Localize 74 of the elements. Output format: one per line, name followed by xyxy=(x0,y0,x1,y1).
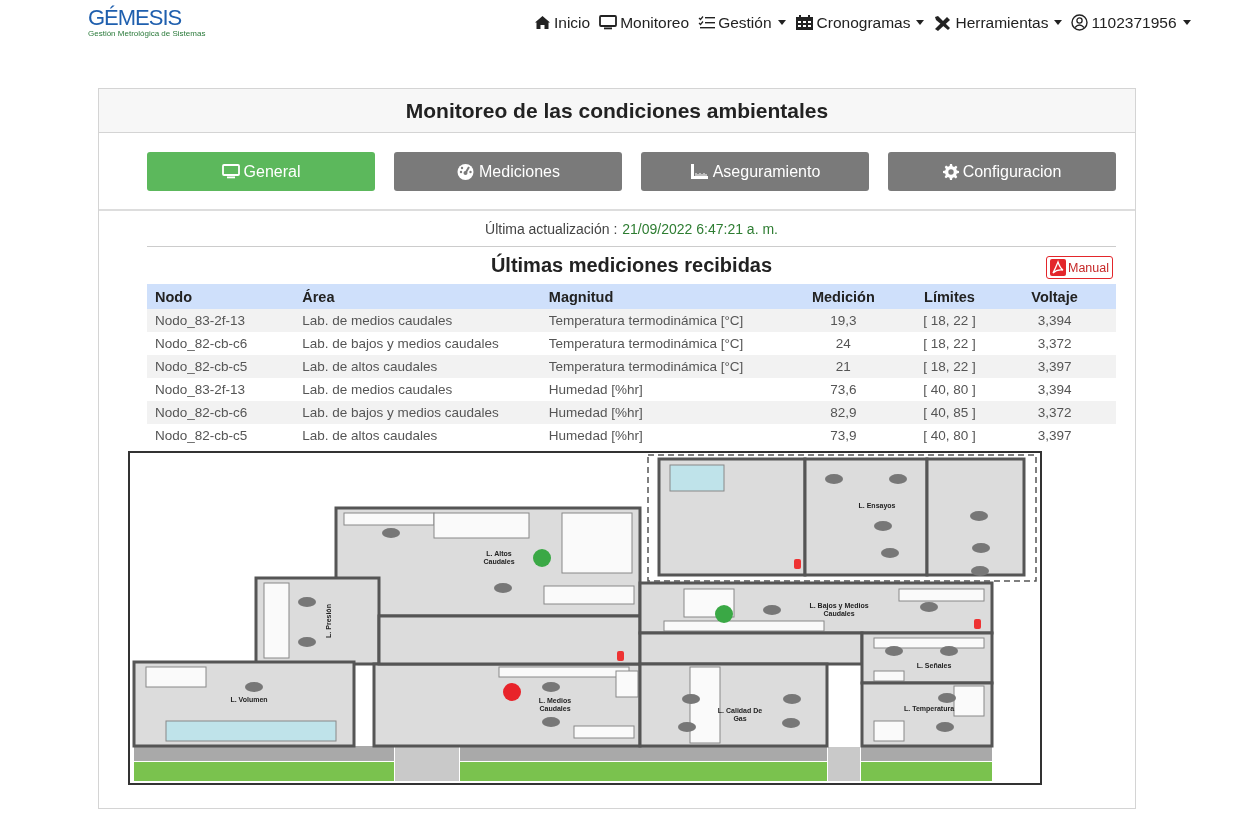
list-icon xyxy=(698,15,716,30)
table-cell: Lab. de medios caudales xyxy=(294,309,541,332)
tab[interactable]: Aseguramiento xyxy=(641,152,869,191)
table-cell: 21 xyxy=(780,355,906,378)
table-cell: Nodo_82-cb-c5 xyxy=(147,355,295,378)
ruler-icon xyxy=(689,163,709,180)
last-update-value: 21/09/2022 6:47:21 a. m. xyxy=(622,220,778,237)
logo-text: GÉMESIS xyxy=(88,6,183,29)
table-cell: Lab. de medios caudales xyxy=(294,378,541,401)
nav-link[interactable]: Inicio xyxy=(534,13,591,32)
column-header: Área xyxy=(294,284,541,309)
table-cell: Humedad [%hr] xyxy=(540,424,781,447)
tab[interactable]: Configuracion xyxy=(888,152,1116,191)
column-header: Nodo xyxy=(147,284,295,309)
manual-button[interactable]: Manual xyxy=(1046,256,1113,279)
home-icon xyxy=(534,15,551,30)
table-cell: 82,9 xyxy=(780,401,906,424)
table-cell: Nodo_83-2f-13 xyxy=(147,309,295,332)
caret-icon xyxy=(1054,20,1063,25)
table-cell: [ 18, 22 ] xyxy=(905,309,994,332)
pdf-icon xyxy=(1050,259,1066,276)
user-icon xyxy=(1071,14,1089,31)
table-cell: Lab. de bajos y medios caudales xyxy=(294,332,541,355)
table-cell: 3,397 xyxy=(993,355,1116,378)
table-cell: Lab. de bajos y medios caudales xyxy=(294,401,541,424)
table-cell: 3,394 xyxy=(993,378,1116,401)
caret-icon xyxy=(1182,20,1191,25)
table-cell: Nodo_82-cb-c5 xyxy=(147,424,295,447)
gear-icon xyxy=(942,163,959,180)
table-cell: Temperatura termodinámica [°C] xyxy=(540,355,781,378)
panel-title: Monitoreo de las condiciones ambientales xyxy=(99,89,1135,133)
table-cell: 73,9 xyxy=(780,424,906,447)
table-cell: 19,3 xyxy=(780,309,906,332)
table-cell: Humedad [%hr] xyxy=(540,378,781,401)
table-cell: 24 xyxy=(780,332,906,355)
table-cell: Humedad [%hr] xyxy=(540,401,781,424)
nav-dropdown[interactable]: Gestión xyxy=(698,13,786,32)
table-cell: Nodo_83-2f-13 xyxy=(147,378,295,401)
table-title: Últimas mediciones recibidas xyxy=(490,254,773,277)
nav-dropdown[interactable]: Herramientas xyxy=(933,13,1063,32)
logo-tagline: Gestión Metrológica de Sistemas xyxy=(88,28,207,39)
table-cell: 3,372 xyxy=(993,401,1116,424)
table-cell: Temperatura termodinámica [°C] xyxy=(540,309,781,332)
table-cell: [ 40, 85 ] xyxy=(905,401,994,424)
table-cell: 3,394 xyxy=(993,309,1116,332)
table-cell: [ 18, 22 ] xyxy=(905,332,994,355)
column-header: Límites xyxy=(905,284,994,309)
table-cell: 3,397 xyxy=(993,424,1116,447)
last-update-label: Última actualización : xyxy=(485,220,618,237)
nav-link[interactable]: Monitoreo xyxy=(599,13,690,32)
table-cell: [ 18, 22 ] xyxy=(905,355,994,378)
caret-icon xyxy=(916,20,925,25)
column-header: Magnitud xyxy=(540,284,781,309)
table-cell: 3,372 xyxy=(993,332,1116,355)
tab[interactable]: Mediciones xyxy=(394,152,622,191)
column-header: Voltaje xyxy=(993,284,1116,309)
table-cell: Temperatura termodinámica [°C] xyxy=(540,332,781,355)
steps xyxy=(395,747,459,781)
column-header: Medición xyxy=(780,284,906,309)
table-cell: Nodo_82-cb-c6 xyxy=(147,332,295,355)
gauge-icon xyxy=(456,163,476,180)
table-cell: [ 40, 80 ] xyxy=(905,378,994,401)
table-cell: Nodo_82-cb-c6 xyxy=(147,401,295,424)
caret-icon xyxy=(777,20,786,25)
table-cell: 73,6 xyxy=(780,378,906,401)
nav-dropdown[interactable]: Cronogramas xyxy=(794,13,925,32)
table-cell: [ 40, 80 ] xyxy=(905,424,994,447)
table-cell: Lab. de altos caudales xyxy=(294,355,541,378)
calendar-icon xyxy=(794,14,814,31)
steps xyxy=(828,747,860,781)
monitor-icon xyxy=(599,15,618,30)
nav-dropdown[interactable]: 1102371956 xyxy=(1071,13,1191,32)
table-cell: Lab. de altos caudales xyxy=(294,424,541,447)
monitor-icon xyxy=(221,164,240,179)
